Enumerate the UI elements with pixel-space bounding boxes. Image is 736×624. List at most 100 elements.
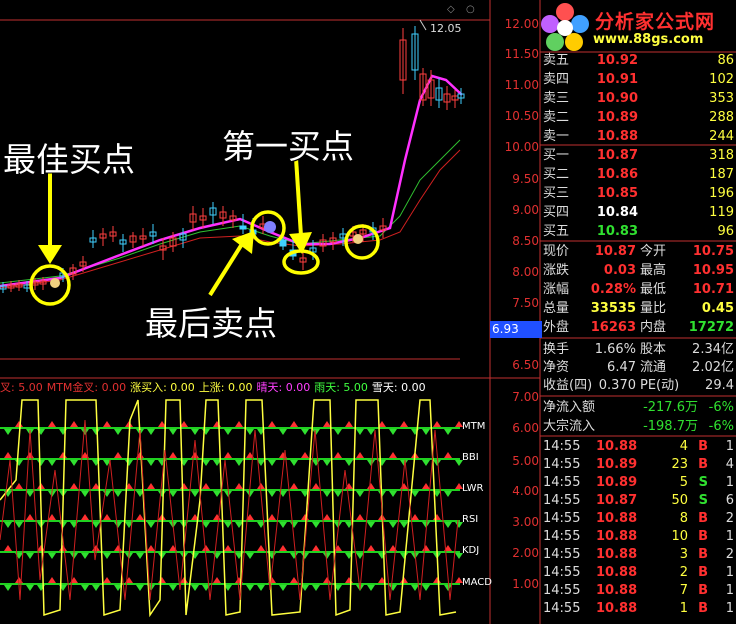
high-price-label: 12.05 — [430, 22, 462, 35]
tick-volume: 10 — [671, 529, 688, 544]
stat-value: 33535 — [590, 301, 636, 316]
tick-price: 10.88 — [596, 439, 638, 454]
bid-price: 10.85 — [596, 186, 638, 201]
price-axis-tick: 12.00 — [504, 17, 539, 31]
flow-row: 净流入额 -217.6万 -6% — [540, 399, 736, 417]
stat-label: 内盘 — [640, 320, 667, 335]
tick-volume: 5 — [679, 475, 688, 490]
ask-volume: 244 — [709, 129, 734, 144]
candle — [443, 86, 451, 110]
ask-price: 10.88 — [596, 129, 638, 144]
tick-volume: 7 — [679, 583, 688, 598]
candle — [189, 206, 197, 230]
finance-value: 6.47 — [607, 360, 636, 375]
annotation-first-buy: 第一买点 — [222, 127, 354, 166]
tick-price: 10.88 — [596, 565, 638, 580]
indicator-axis-tick: 4.00 — [512, 484, 539, 498]
stat-label: 现价 — [543, 244, 570, 259]
tick-side: B — [698, 457, 708, 472]
tick-time: 14:55 — [543, 439, 581, 454]
finance-value: 2.34亿 — [692, 342, 734, 357]
tick-count: 1 — [725, 439, 734, 454]
stat-value: 0.03 — [603, 263, 636, 278]
bid-volume: 119 — [709, 205, 734, 220]
ask-price: 10.89 — [596, 110, 638, 125]
ask-row: 卖五 10.92 86 — [540, 52, 736, 70]
ask-row: 卖二 10.89 288 — [540, 109, 736, 127]
indicator-row-label: LWR — [462, 483, 484, 494]
finance-value: 0.370 — [598, 378, 636, 393]
stat-value: 10.71 — [692, 282, 734, 297]
price-axis-tick: 9.00 — [512, 203, 539, 217]
price-axis-tick: 8.00 — [512, 265, 539, 279]
bid-volume: 96 — [717, 224, 734, 239]
bid-label: 买四 — [543, 205, 570, 220]
tick-price: 10.88 — [596, 529, 638, 544]
candle — [451, 90, 459, 108]
bid-label: 买三 — [543, 186, 570, 201]
tick-time: 14:55 — [543, 565, 581, 580]
finance-label: 换手 — [543, 342, 570, 357]
ask-label: 卖一 — [543, 129, 570, 144]
stat-value: 17272 — [688, 320, 734, 335]
tick-side: B — [698, 565, 708, 580]
buy-marker-icon-2 — [353, 234, 363, 244]
tick-row: 14:55 10.89 23 B 4 — [540, 456, 736, 474]
ask-volume: 288 — [709, 110, 734, 125]
tick-side: B — [698, 511, 708, 526]
finance-value: 29.4 — [705, 378, 734, 393]
tick-volume: 3 — [679, 547, 688, 562]
price-axis-tick: 10.00 — [504, 140, 539, 154]
restore-icon[interactable]: ○ — [466, 4, 475, 15]
tick-count: 1 — [725, 601, 734, 616]
tick-time: 14:55 — [543, 493, 581, 508]
tick-time: 14:55 — [543, 475, 581, 490]
candle — [419, 68, 427, 106]
flow-value: -198.7万 — [643, 419, 698, 434]
stat-label: 涨跌 — [543, 263, 570, 278]
tick-row: 14:55 10.88 3 B 2 — [540, 546, 736, 564]
stat-value: 16263 — [590, 320, 636, 335]
window-controls[interactable]: ◇ ○ — [447, 4, 475, 15]
price-axis-tick: 9.50 — [512, 172, 539, 186]
ask-price: 10.92 — [596, 53, 638, 68]
tick-time: 14:55 — [543, 529, 581, 544]
indicator-legend: 叉: 5.00 MTM金叉: 0.00 涨买入: 0.00 上涨: 0.00 晴天: 0… — [0, 379, 430, 395]
tick-time: 14:55 — [543, 457, 581, 472]
tick-count: 1 — [725, 583, 734, 598]
stat-row: 总量 33535 量比 0.45 — [540, 300, 736, 318]
ask-label: 卖二 — [543, 110, 570, 125]
indicator-axis-tick: 7.00 — [512, 390, 539, 404]
legend-item: 晴天: 0.00 — [256, 381, 311, 394]
tick-time: 14:55 — [543, 601, 581, 616]
tick-side: B — [698, 601, 708, 616]
indicator-row-label: RSI — [462, 514, 479, 525]
finance-value: 1.66% — [594, 342, 636, 357]
indicator-row — [0, 483, 463, 497]
expand-icon[interactable]: ◇ — [447, 4, 455, 15]
indicator-row-label: MACD — [462, 577, 492, 588]
candle — [139, 228, 147, 246]
ask-volume: 353 — [709, 91, 734, 106]
stat-label: 涨幅 — [543, 282, 570, 297]
bid-price: 10.87 — [596, 148, 638, 163]
bid-volume: 187 — [709, 167, 734, 182]
finance-label: 收益(四) — [543, 378, 593, 393]
tick-row: 14:55 10.89 5 S 1 — [540, 474, 736, 492]
legend-item: MTM金叉: 0.00 — [46, 381, 127, 394]
tick-side: B — [698, 583, 708, 598]
tick-price: 10.87 — [596, 493, 638, 508]
stat-row: 外盘 16263 内盘 17272 — [540, 319, 736, 337]
tick-count: 1 — [725, 529, 734, 544]
current-price-tag: 6.93 — [490, 321, 542, 338]
price-axis-tick: 8.50 — [512, 234, 539, 248]
ask-price: 10.90 — [596, 91, 638, 106]
indicator-axis-tick: 1.00 — [512, 577, 539, 591]
stat-value: 10.87 — [594, 244, 636, 259]
bid-row: 买一 10.87 318 — [540, 147, 736, 165]
tick-price: 10.88 — [596, 601, 638, 616]
sell-marker-icon — [264, 221, 276, 233]
indicator-row — [0, 577, 463, 591]
indicator-row — [0, 421, 463, 435]
flow-pct: -6% — [708, 419, 734, 434]
